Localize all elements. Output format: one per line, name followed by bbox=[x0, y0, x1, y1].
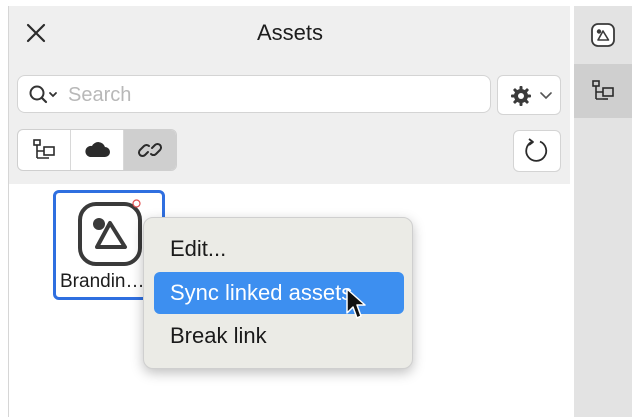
filter-linked-button[interactable] bbox=[124, 130, 176, 170]
link-icon bbox=[137, 142, 163, 158]
chevron-down-icon bbox=[540, 92, 552, 100]
rail-hierarchy-button[interactable] bbox=[574, 64, 632, 118]
asset-library-icon bbox=[591, 23, 615, 47]
hierarchy-icon bbox=[33, 139, 55, 159]
context-menu: Edit... Sync linked assets Break link bbox=[143, 217, 413, 369]
gear-icon bbox=[511, 86, 531, 106]
search-field[interactable] bbox=[17, 75, 491, 114]
search-input[interactable] bbox=[66, 76, 480, 114]
menu-item-sync-linked-assets[interactable]: Sync linked assets bbox=[154, 272, 404, 314]
cloud-icon bbox=[85, 142, 110, 157]
settings-dropdown-button[interactable] bbox=[497, 75, 561, 115]
asset-filter-segmented-control bbox=[17, 129, 177, 171]
link-badge-icon bbox=[132, 199, 141, 208]
panel-title: Assets bbox=[256, 20, 324, 45]
rail-assets-button[interactable] bbox=[574, 8, 632, 62]
assets-panel: Assets Search Brandin… Edit... Sync link… bbox=[8, 6, 571, 417]
side-rail bbox=[574, 6, 632, 417]
menu-item-break-link[interactable]: Break link bbox=[154, 315, 404, 357]
panel-header: Assets bbox=[9, 6, 571, 62]
filter-hierarchy-button[interactable] bbox=[18, 130, 71, 170]
asset-library-icon bbox=[78, 202, 142, 266]
refresh-icon bbox=[525, 138, 548, 162]
refresh-button[interactable] bbox=[513, 130, 561, 172]
menu-item-edit[interactable]: Edit... bbox=[154, 228, 404, 270]
hierarchy-icon bbox=[592, 80, 614, 100]
search-icon[interactable] bbox=[28, 84, 62, 106]
filter-cloud-button[interactable] bbox=[71, 130, 124, 170]
